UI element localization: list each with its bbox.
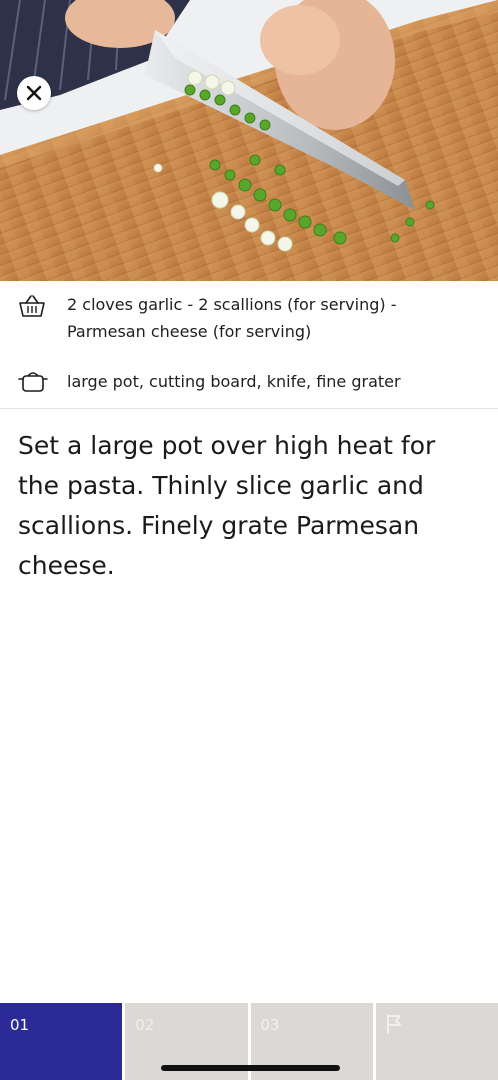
section-divider [0, 408, 498, 409]
instruction-text: Set a large pot over high heat for the p… [18, 431, 436, 580]
ingredients-text: 2 cloves garlic - 2 scallions (for servi… [67, 295, 397, 341]
close-button[interactable] [17, 76, 51, 110]
hero-image [0, 0, 498, 281]
step-label: 01 [10, 1016, 30, 1034]
tools-row: large pot, cutting board, knife, fine gr… [0, 367, 498, 397]
step-label: 03 [260, 1016, 280, 1034]
step-label: 02 [135, 1016, 155, 1034]
home-indicator [161, 1065, 340, 1071]
flag-icon [386, 1014, 401, 1034]
step-tab-finish[interactable] [372, 1003, 498, 1080]
pot-icon [18, 372, 48, 392]
tools-text: large pot, cutting board, knife, fine gr… [67, 372, 401, 391]
hero-photo [0, 0, 498, 281]
close-icon [26, 85, 42, 101]
step-tab-01[interactable]: 01 [0, 1003, 123, 1080]
basket-icon [19, 295, 45, 317]
ingredients-row: 2 cloves garlic - 2 scallions (for servi… [0, 290, 498, 350]
